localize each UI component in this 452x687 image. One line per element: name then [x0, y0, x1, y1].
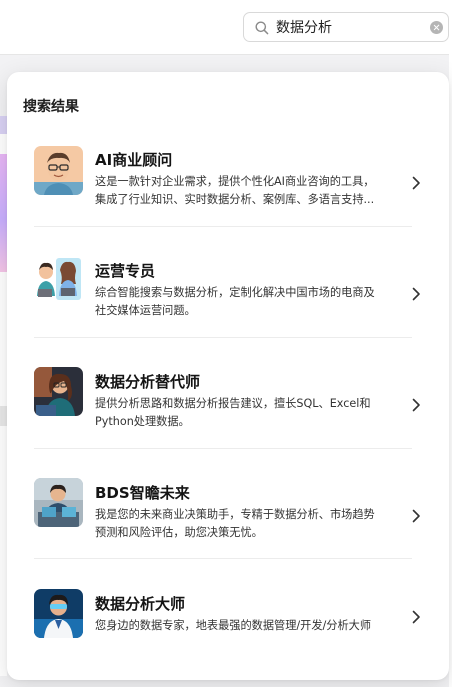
result-description: 这是一款针对企业需求，提供个性化AI商业咨询的工具， 集成了行业知识、实时数据分…: [95, 173, 400, 209]
avatar: [34, 589, 83, 638]
result-item-data-analyst-substitute[interactable]: 数据分析替代师 提供分析思路和数据分析报告建议，擅长SQL、Excel和 Pyt…: [7, 341, 449, 451]
search-input[interactable]: [276, 17, 426, 37]
result-description-line: 预测和风险评估，助您决策无忧。: [95, 526, 263, 539]
result-title: 数据分析替代师: [95, 373, 201, 391]
result-item-bds-insight-future[interactable]: BDS智瞻未来 我是您的未来商业决策助手，专精于数据分析、市场趋势 预测和风险评…: [7, 452, 449, 562]
chevron-right-icon: [412, 176, 420, 190]
background-content: [0, 116, 7, 134]
result-item-operations-specialist[interactable]: 运营专员 综合智能搜索与数据分析，定制化解决中国市场的电商及 社交媒体运营问题。: [7, 230, 449, 340]
avatar: [34, 367, 83, 416]
result-description: 您身边的数据专家，地表最强的数据管理/开发/分析大师: [95, 617, 400, 635]
background-content: [0, 426, 7, 676]
top-bar: [0, 0, 452, 55]
chevron-right-icon: [412, 509, 420, 523]
background-content: [0, 134, 7, 154]
search-results-panel: 搜索结果 AI商业顾问 这是一款针对企业需求，提供个性化AI商业咨询的工具， 集…: [7, 72, 449, 680]
result-title: AI商业顾问: [95, 151, 173, 169]
result-description-line: 您身边的数据专家，地表最强的数据管理/开发/分析大师: [95, 619, 372, 632]
search-icon: [255, 21, 269, 35]
result-description-line: 这是一款针对企业需求，提供个性化AI商业咨询的工具，: [95, 175, 375, 188]
result-description-line: 综合智能搜索与数据分析，定制化解决中国市场的电商及: [95, 286, 375, 299]
result-title: 运营专员: [95, 262, 156, 280]
divider: [34, 337, 412, 338]
result-title: 数据分析大师: [95, 595, 186, 613]
result-description-line: 我是您的未来商业决策助手，专精于数据分析、市场趋势: [95, 508, 375, 521]
result-title: BDS智瞻未来: [95, 484, 190, 502]
divider: [34, 226, 412, 227]
result-description: 综合智能搜索与数据分析，定制化解决中国市场的电商及 社交媒体运营问题。: [95, 284, 400, 320]
result-description-line: 社交媒体运营问题。: [95, 304, 196, 317]
background-content: [0, 406, 7, 426]
chevron-right-icon: [412, 287, 420, 301]
clear-icon[interactable]: [430, 21, 443, 34]
divider: [34, 558, 412, 559]
result-item-ai-business-consultant[interactable]: AI商业顾问 这是一款针对企业需求，提供个性化AI商业咨询的工具， 集成了行业知…: [7, 120, 449, 230]
result-item-data-analysis-master[interactable]: 数据分析大师 您身边的数据专家，地表最强的数据管理/开发/分析大师: [7, 562, 449, 672]
divider: [34, 448, 412, 449]
result-description: 我是您的未来商业决策助手，专精于数据分析、市场趋势 预测和风险评估，助您决策无忧…: [95, 506, 400, 542]
avatar: [34, 478, 83, 527]
result-description-line: 提供分析思路和数据分析报告建议，擅长SQL、Excel和: [95, 397, 371, 410]
avatar: [34, 256, 83, 305]
background-content: [0, 272, 7, 406]
panel-title: 搜索结果: [23, 99, 79, 115]
chevron-right-icon: [412, 610, 420, 624]
result-description: 提供分析思路和数据分析报告建议，擅长SQL、Excel和 Python处理数据。: [95, 395, 400, 431]
search-box[interactable]: [243, 12, 449, 42]
avatar: [34, 146, 83, 195]
result-description-line: 集成了行业知识、实时数据分析、案例库、多语言支持...: [95, 193, 375, 206]
result-description-line: Python处理数据。: [95, 415, 190, 428]
chevron-right-icon: [412, 398, 420, 412]
background-content: [0, 154, 7, 272]
